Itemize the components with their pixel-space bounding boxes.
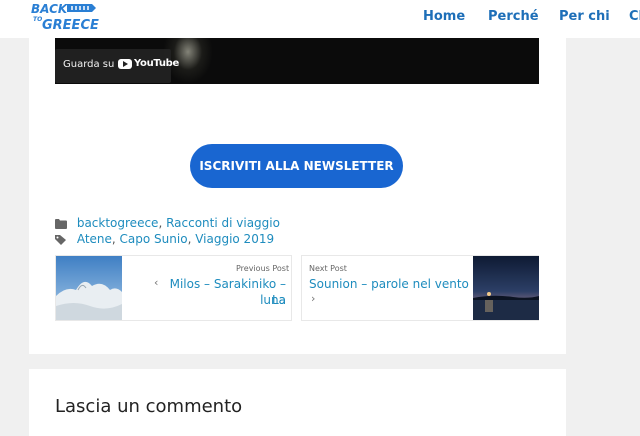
svg-text:GREECE: GREECE (42, 18, 99, 33)
youtube-play-icon (118, 58, 132, 69)
comment-section: Lascia un commento (29, 369, 566, 436)
nav-home[interactable]: Home (423, 9, 465, 24)
watch-on-youtube-button[interactable]: Guarda su YouTube (55, 49, 179, 83)
sounion-sunset-image (473, 256, 539, 320)
sarakiniko-image (56, 256, 122, 320)
previous-post-title-line2[interactable]: luna (168, 292, 286, 308)
folder-icon (55, 219, 67, 229)
nav-per-chi[interactable]: Per chi (559, 9, 610, 24)
watch-on-label: Guarda su (63, 59, 115, 70)
chevron-left-icon: ‹ (154, 276, 159, 289)
tag-link-atene[interactable]: Atene (77, 232, 112, 246)
post-card: Guarda su YouTube ISCRIVITI ALLA NEWSLET… (29, 38, 566, 354)
newsletter-signup-button[interactable]: ISCRIVITI ALLA NEWSLETTER (190, 144, 403, 188)
youtube-logo: YouTube (118, 58, 179, 69)
logo-graphic: BACK TO GREECE (31, 2, 99, 33)
next-post-thumbnail (473, 256, 539, 320)
svg-text:BACK: BACK (31, 2, 69, 16)
previous-post-label: Previous Post (236, 264, 290, 273)
site-logo[interactable]: BACK TO GREECE (30, 1, 106, 33)
embedded-video[interactable]: Guarda su YouTube (55, 38, 539, 84)
post-categories: backtogreece, Racconti di viaggio (55, 216, 280, 230)
nav-perche[interactable]: Perché (488, 9, 539, 24)
post-tags: Atene, Capo Sunio, Viaggio 2019 (55, 232, 274, 246)
nav-contatti[interactable]: Cl (629, 9, 640, 24)
next-post-title[interactable]: Sounion – parole nel vento (309, 276, 469, 292)
previous-post-nav[interactable]: Previous Post ‹ Milos – Sarakiniko – La … (55, 255, 292, 321)
previous-post-thumbnail (56, 256, 122, 320)
tag-link-viaggio-2019[interactable]: Viaggio 2019 (195, 232, 274, 246)
site-header: BACK TO GREECE Home Perché Per chi Cl (0, 0, 640, 38)
next-post-nav[interactable]: Next Post Sounion – parole nel vento › (301, 255, 539, 321)
svg-text:TO: TO (33, 16, 42, 23)
category-link-backtogreece[interactable]: backtogreece (77, 216, 159, 230)
category-link-racconti[interactable]: Racconti di viaggio (166, 216, 280, 230)
chevron-right-icon: › (311, 292, 316, 305)
youtube-wordmark: YouTube (134, 58, 179, 69)
next-post-label: Next Post (309, 264, 347, 273)
tag-link-capo-sunio[interactable]: Capo Sunio (120, 232, 188, 246)
comment-section-title: Lascia un commento (55, 396, 243, 417)
tag-icon (55, 235, 66, 245)
